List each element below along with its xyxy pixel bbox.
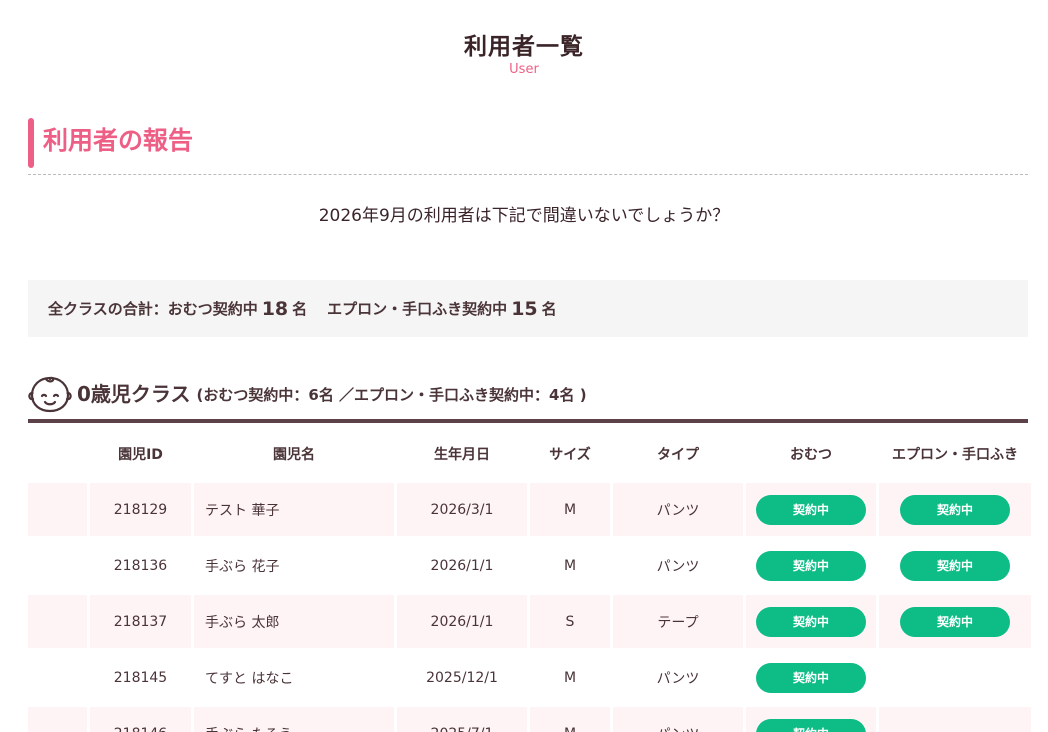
summary-box: 全クラスの合計：おむつ契約中 18 名 エプロン・手口ふき契約中 15 名 [28,280,1028,337]
column-header [28,427,87,480]
page-title: 利用者一覧 [464,34,584,60]
birth-date: 2026/3/1 [397,483,527,536]
section-header: 利用者の報告 [28,118,1028,175]
column-header-type: タイプ [657,446,699,463]
birth-date: 2025/7/1 [397,707,527,732]
summary-apron-label: エプロン・手口ふき契約中 [327,300,508,318]
baby-face-icon [28,375,72,413]
apron-status-badge: 契約中 [900,494,1010,525]
diaper-status-badge: 契約中 [756,718,866,732]
row-spacer [28,651,87,704]
type: パンツ [656,558,700,575]
size: M [530,707,610,732]
column-header-name: 園児名 [273,446,315,463]
summary-diaper-count: 18 [261,297,289,320]
summary-apron-count: 15 [511,297,538,320]
apron-status-badge: 契約中 [900,550,1010,581]
apron-cell: 契約中 [879,539,1031,592]
birth-date: 2026/1/1 [430,557,494,574]
confirmation-question: 2026年9月の利用者は下記で間違いないでしょうか？ [318,206,730,226]
table-header-row: 園児ID 園児名 生年月日 サイズ タイプ おむつ エプロン・手口ふき [28,427,1031,480]
child-name: 手ぶら たろう [194,707,394,732]
type: パンツ [613,707,743,732]
size: S [530,595,610,648]
table-row: 218129 テスト 華子 2026/3/1 M パンツ 契約中 契約中 [28,483,1031,536]
column-header-id: 園児ID [118,446,163,463]
user-table: 園児ID 園児名 生年月日 サイズ タイプ おむつ エプロン・手口ふき 2181… [25,424,1034,732]
diaper-status-badge: 契約中 [756,494,866,525]
user-table-wrapper: 園児ID 園児名 生年月日 サイズ タイプ おむつ エプロン・手口ふき 2181… [28,427,1031,732]
child-name: 手ぶら 太郎 [194,595,394,648]
page-header: 利用者一覧 User [0,33,1048,78]
birth-date: 2025/12/1 [426,669,498,686]
child-id: 218136 [113,557,168,574]
table-row: 218137 手ぶら 太郎 2026/1/1 S テープ 契約中 契約中 [28,595,1031,648]
diaper-status-badge: 契約中 [756,550,866,581]
diaper-status-badge: 契約中 [756,662,866,693]
size: M [563,557,577,574]
section-accent-bar [28,118,34,168]
child-id: 218146 [90,707,191,732]
type: テープ [613,595,743,648]
size: M [530,483,610,536]
row-spacer [28,595,87,648]
class-counts: (おむつ契約中：6名 ／エプロン・手口ふき契約中：4名 ) [196,386,587,404]
apron-status-badge: 契約中 [900,606,1010,637]
apron-cell: 契約中 [879,595,1031,648]
birth-date: 2026/1/1 [397,595,527,648]
diaper-cell: 契約中 [746,539,876,592]
page-subtitle: User [509,62,539,77]
child-name: テスト 華子 [194,483,394,536]
class-header: 0歳児クラス (おむつ契約中：6名 ／エプロン・手口ふき契約中：4名 ) [28,375,1028,423]
child-name: 手ぶら 花子 [205,558,280,575]
child-name: てすと はなこ [205,670,294,687]
column-header-apron: エプロン・手口ふき [892,446,1018,463]
diaper-status-badge: 契約中 [756,606,866,637]
summary-unit: 名 [541,300,557,318]
diaper-cell: 契約中 [746,651,876,704]
table-row: 218136 手ぶら 花子 2026/1/1 M パンツ 契約中 契約中 [28,539,1031,592]
type: パンツ [613,483,743,536]
column-header-birth: 生年月日 [434,446,490,463]
apron-cell [879,651,1031,704]
diaper-cell: 契約中 [746,483,876,536]
class-title: 0歳児クラス [77,382,191,406]
table-row: 218145 てすと はなこ 2025/12/1 M パンツ 契約中 [28,651,1031,704]
table-row: 218146 手ぶら たろう 2025/7/1 M パンツ 契約中 [28,707,1031,732]
child-id: 218129 [90,483,191,536]
column-header-diaper: おむつ [790,446,832,463]
type: パンツ [656,670,700,687]
child-id: 218145 [113,669,168,686]
section-title: 利用者の報告 [43,126,194,155]
summary-diaper-label: 全クラスの合計：おむつ契約中 [48,300,258,318]
diaper-cell: 契約中 [746,595,876,648]
row-spacer [28,539,87,592]
child-id: 218137 [90,595,191,648]
row-spacer [28,483,87,536]
apron-cell: 契約中 [879,483,1031,536]
apron-cell [879,707,1031,732]
size: M [563,669,577,686]
diaper-cell: 契約中 [746,707,876,732]
row-spacer [28,707,87,732]
column-header-size: サイズ [549,446,591,463]
summary-unit: 名 [292,300,308,318]
